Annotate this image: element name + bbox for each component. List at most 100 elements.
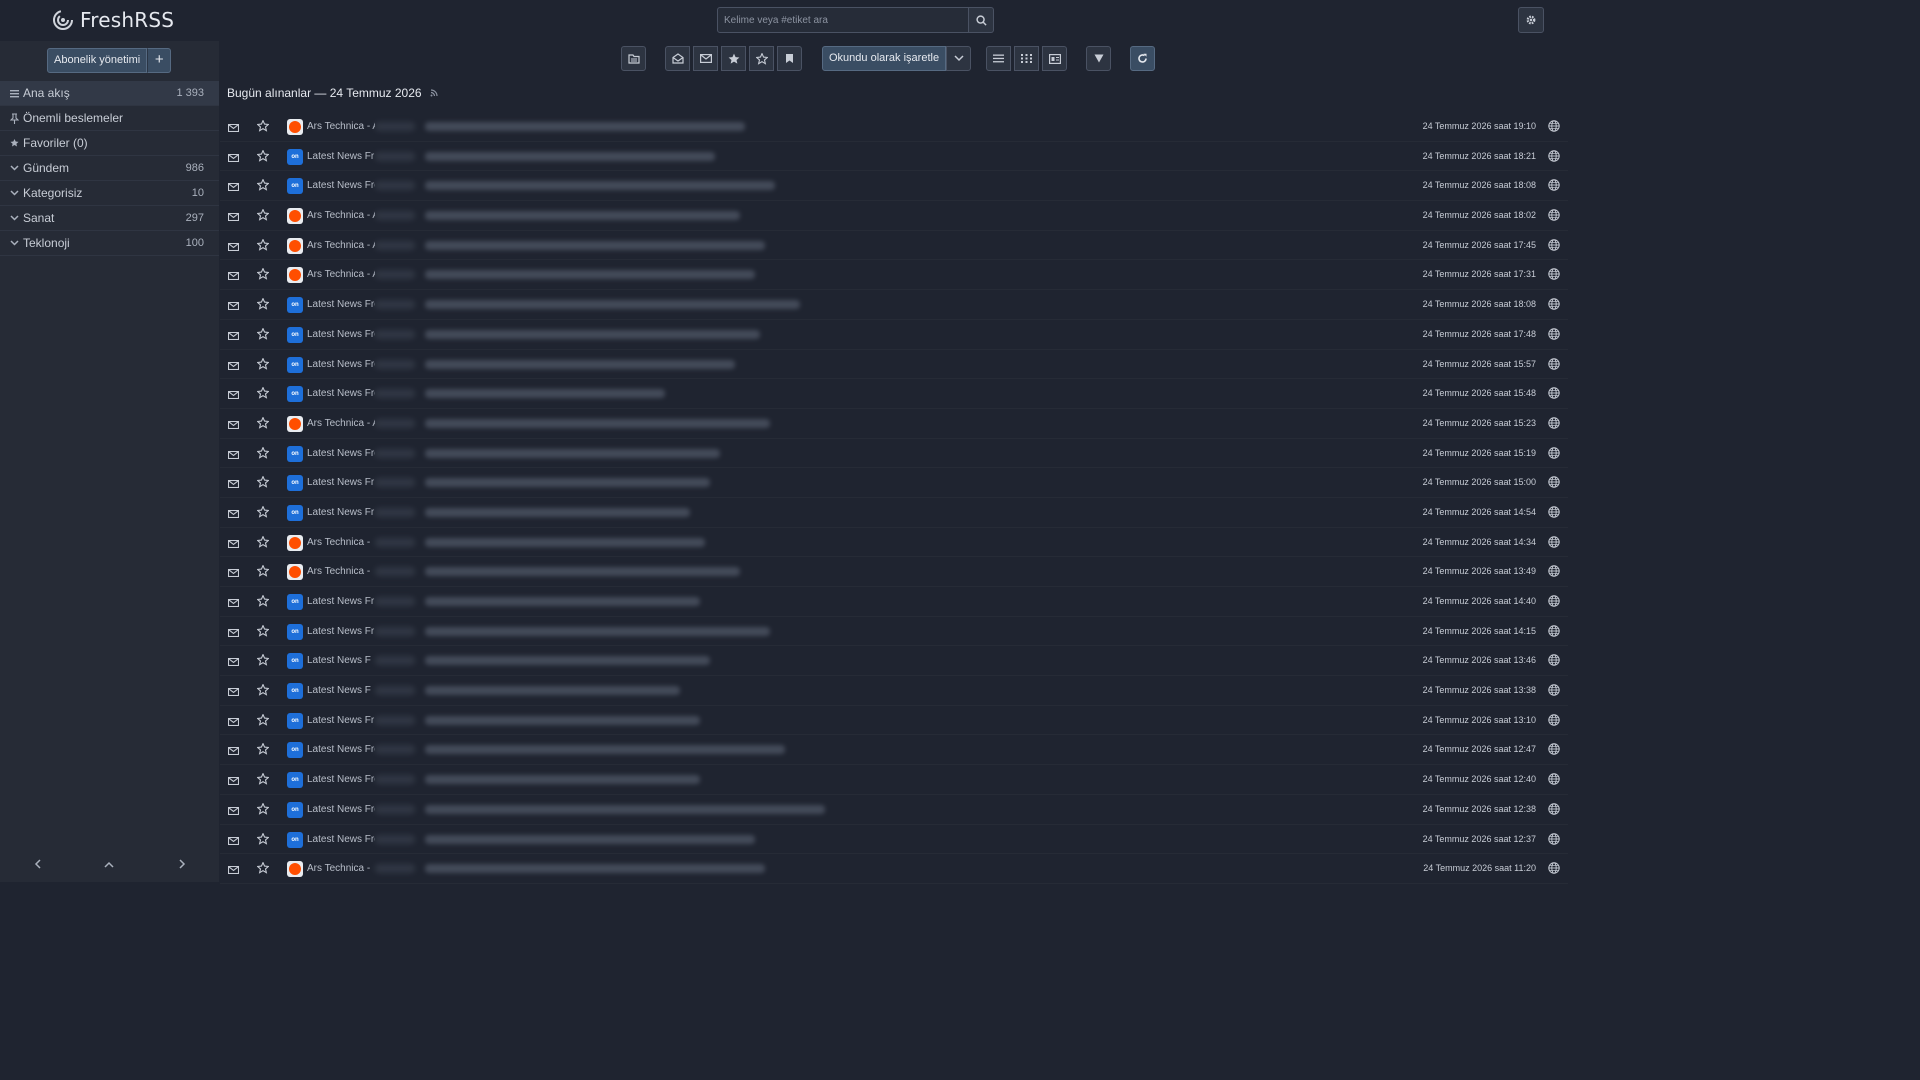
sidebar-item-favorites[interactable]: Favoriler (0)	[0, 131, 219, 156]
sidebar-item-category-gundem[interactable]: Gündem 986	[0, 156, 219, 181]
feed-name[interactable]: Latest News Fro	[307, 834, 375, 845]
article-row[interactable]: on Latest News Fror 24 Temmuz 2026 saat 17…	[220, 320, 1568, 350]
article-row[interactable]: Ars Technica - 24 Temmuz 2026 saat 13:49	[220, 557, 1568, 587]
search-button[interactable]	[969, 7, 994, 33]
article-title-blurred[interactable]	[425, 448, 720, 458]
mark-unread-icon[interactable]	[227, 269, 240, 283]
feed-name[interactable]: Latest News Fro	[307, 388, 375, 399]
chevron-down-icon[interactable]	[10, 187, 19, 199]
mark-unread-icon[interactable]	[227, 151, 240, 165]
grid-view-button[interactable]	[1014, 46, 1039, 71]
chevron-down-icon[interactable]	[10, 162, 19, 174]
rss-feed-icon[interactable]	[430, 89, 438, 97]
globe-icon[interactable]	[1548, 832, 1560, 848]
article-title-blurred[interactable]	[425, 537, 705, 547]
star-outline-icon[interactable]	[256, 653, 270, 669]
reader-view-button[interactable]	[1042, 46, 1067, 71]
feed-name[interactable]: Latest News Fro	[307, 180, 375, 191]
mark-unread-icon[interactable]	[227, 655, 240, 669]
feed-name[interactable]: Ars Technica - A	[307, 269, 375, 280]
settings-button[interactable]	[1518, 7, 1544, 33]
star-outline-icon[interactable]	[256, 802, 270, 818]
mark-unread-icon[interactable]	[227, 566, 240, 580]
mark-unread-icon[interactable]	[227, 537, 240, 551]
chevron-down-icon[interactable]	[10, 237, 19, 249]
feed-name[interactable]: Latest News Fror	[307, 359, 375, 370]
globe-icon[interactable]	[1548, 179, 1560, 194]
article-row[interactable]: on Latest News F 24 Temmuz 2026 saat 13:38	[220, 676, 1568, 706]
star-outline-icon[interactable]	[256, 713, 270, 729]
mark-unread-icon[interactable]	[227, 715, 240, 729]
search-input[interactable]	[717, 7, 969, 33]
mark-unread-icon[interactable]	[227, 834, 240, 848]
unread-filter-button[interactable]	[693, 46, 718, 71]
star-outline-icon[interactable]	[256, 505, 270, 521]
article-title-blurred[interactable]	[425, 834, 755, 844]
mark-unread-icon[interactable]	[227, 240, 240, 254]
mark-unread-icon[interactable]	[227, 359, 240, 373]
feed-name[interactable]: Latest News Fro	[307, 774, 375, 785]
unstarred-filter-button[interactable]	[749, 46, 774, 71]
star-outline-icon[interactable]	[256, 178, 270, 194]
subscription-management-button[interactable]: Abonelik yönetimi	[47, 48, 148, 73]
globe-icon[interactable]	[1548, 268, 1560, 283]
article-title-blurred[interactable]	[425, 686, 680, 696]
mark-unread-icon[interactable]	[227, 329, 240, 343]
globe-icon[interactable]	[1548, 624, 1560, 640]
sidebar-item-category-sanat[interactable]: Sanat 297	[0, 206, 219, 231]
mark-read-dropdown-button[interactable]	[946, 46, 972, 71]
mark-unread-icon[interactable]	[227, 448, 240, 462]
globe-icon[interactable]	[1548, 298, 1560, 313]
chevron-left-icon[interactable]	[27, 854, 47, 874]
globe-icon[interactable]	[1548, 654, 1560, 669]
article-title-blurred[interactable]	[425, 418, 770, 428]
folder-button[interactable]	[621, 46, 646, 71]
article-title-blurred[interactable]	[425, 507, 690, 517]
globe-icon[interactable]	[1548, 328, 1560, 343]
star-outline-icon[interactable]	[256, 416, 270, 432]
article-row[interactable]: on Latest News Fr 24 Temmuz 2026 saat 18:2…	[220, 142, 1568, 172]
article-row[interactable]: on Latest News Fro 24 Temmuz 2026 saat 12:…	[220, 795, 1568, 825]
article-row[interactable]: Ars Technica - 24 Temmuz 2026 saat 11:20	[220, 854, 1568, 884]
article-title-blurred[interactable]	[425, 151, 715, 161]
globe-icon[interactable]	[1548, 446, 1560, 462]
starred-filter-button[interactable]	[721, 46, 746, 71]
article-row[interactable]: Ars Technica - A 24 Temmuz 2026 saat 15:2…	[220, 409, 1568, 439]
globe-icon[interactable]	[1548, 773, 1560, 788]
mark-unread-icon[interactable]	[227, 863, 240, 877]
article-row[interactable]: Ars Technica - A 24 Temmuz 2026 saat 18:0…	[220, 201, 1568, 231]
article-row[interactable]: on Latest News Fror 24 Temmuz 2026 saat 15…	[220, 350, 1568, 380]
article-title-blurred[interactable]	[425, 567, 740, 577]
feed-name[interactable]: Latest News Fror	[307, 329, 375, 340]
mark-unread-icon[interactable]	[227, 685, 240, 699]
mark-unread-icon[interactable]	[227, 180, 240, 194]
feed-name[interactable]: Ars Technica - A	[307, 418, 375, 429]
mark-unread-icon[interactable]	[227, 626, 240, 640]
star-outline-icon[interactable]	[256, 148, 270, 165]
star-outline-icon[interactable]	[256, 386, 270, 402]
globe-icon[interactable]	[1548, 743, 1560, 758]
globe-icon[interactable]	[1548, 120, 1560, 135]
feed-name[interactable]: Latest News Fro	[307, 299, 375, 310]
globe-icon[interactable]	[1548, 535, 1560, 551]
mark-unread-icon[interactable]	[227, 210, 240, 224]
mark-unread-icon[interactable]	[227, 774, 240, 788]
article-row[interactable]: Ars Technica - A 24 Temmuz 2026 saat 19:1…	[220, 112, 1568, 142]
feed-name[interactable]: Ars Technica -	[307, 566, 375, 577]
article-row[interactable]: on Latest News Fro 24 Temmuz 2026 saat 18:…	[220, 290, 1568, 320]
normal-view-button[interactable]	[986, 46, 1011, 71]
chevron-right-icon[interactable]	[172, 854, 192, 874]
star-outline-icon[interactable]	[256, 327, 270, 343]
globe-icon[interactable]	[1548, 862, 1560, 877]
star-outline-icon[interactable]	[256, 475, 270, 491]
globe-icon[interactable]	[1548, 357, 1560, 373]
article-row[interactable]: on Latest News Fr 24 Temmuz 2026 saat 14:1…	[220, 617, 1568, 647]
article-row[interactable]: on Latest News F 24 Temmuz 2026 saat 13:46	[220, 646, 1568, 677]
add-feed-button[interactable]: +	[147, 48, 172, 73]
mark-unread-icon[interactable]	[227, 418, 240, 432]
article-title-blurred[interactable]	[425, 715, 700, 725]
feed-name[interactable]: Latest News Fro	[307, 448, 375, 459]
star-outline-icon[interactable]	[256, 445, 270, 462]
article-title-blurred[interactable]	[425, 300, 800, 310]
globe-icon[interactable]	[1548, 239, 1560, 254]
